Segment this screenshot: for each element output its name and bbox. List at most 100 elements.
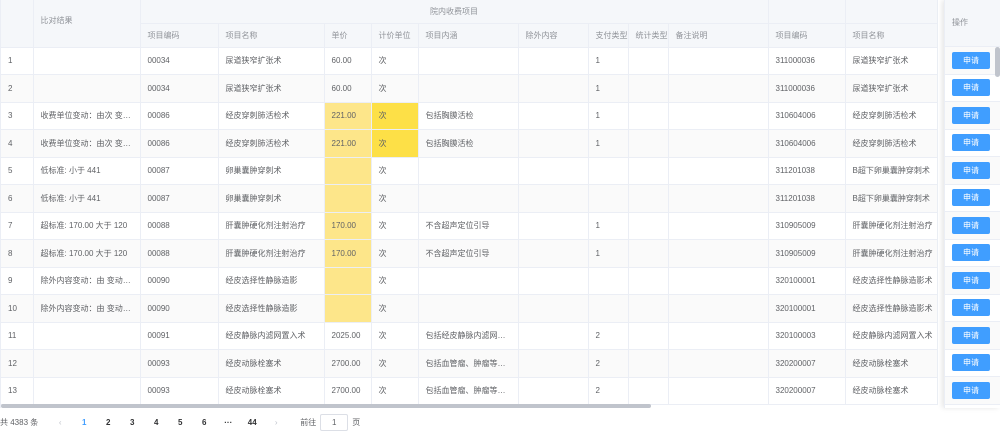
table-row[interactable]: 9 除外内容变动：由 变动… 00090 经皮选择性静脉造影 次 320100001 经皮选…: [1, 267, 938, 295]
table-row[interactable]: 2 00034 尿道狭窄扩张术 60.00 次 1 311000036 尿道狭窄扩张术: [1, 74, 938, 103]
payment-type: 1: [588, 239, 629, 268]
table-row[interactable]: 5 低标准: 小于 441 00087 卵巢囊肿穿刺术 次 311201038 B超下卵巢囊…: [1, 157, 938, 185]
item-content: 包括经皮静脉内滤网…: [418, 322, 519, 350]
std-item-name: 经皮选择性静脉造影术: [845, 267, 938, 295]
table-row[interactable]: 13 00093 经皮动脉栓塞术 2700.00 次包括血管瘤、肿瘤等… 2 3202000…: [1, 377, 938, 405]
operation-cell: 申请: [945, 75, 1000, 102]
stat-type: [628, 129, 669, 158]
goto-label: 前往: [300, 417, 317, 427]
excluded-content: [518, 294, 589, 323]
table-row[interactable]: 8 超标准: 170.00 大于 120 00088 肝囊肿硬化剂注射治疗 170.00…: [1, 239, 938, 268]
table-row[interactable]: 11 00091 经皮静脉内滤网置入术 2025.00 次包括经皮静脉内滤网… 2 3201…: [1, 322, 938, 350]
table-row[interactable]: 12 00093 经皮动脉栓塞术 2700.00 次包括血管瘤、肿瘤等… 2 3202000…: [1, 349, 938, 378]
payment-type: [588, 184, 629, 213]
stat-type: [628, 212, 669, 240]
apply-button[interactable]: 申请: [952, 354, 990, 372]
item-name: 经皮动脉栓塞术: [218, 349, 325, 378]
total-count: 共 4383 条: [0, 417, 39, 427]
row-index: 2: [1, 74, 34, 103]
std-item-name: B超下卵巢囊肿穿刺术: [845, 157, 938, 185]
item-name: 卵巢囊肿穿刺术: [218, 184, 325, 213]
compare-result: 低标准: 小于 441: [33, 157, 141, 185]
row-index: 1: [1, 47, 34, 75]
table-row[interactable]: 3 收费单位变动：由次 变… 00086 经皮穿刺肺活检术 221.00 次包括胸膜活检 1…: [1, 102, 938, 130]
prev-page-chevron-left-icon[interactable]: ‹: [48, 418, 72, 427]
page-number[interactable]: 3: [120, 418, 144, 427]
stat-type: [628, 74, 669, 103]
operation-cell: 申请: [945, 350, 1000, 377]
row-index: 12: [1, 349, 34, 378]
column-header: 统计类型: [628, 23, 669, 48]
item-code: 00034: [140, 74, 219, 103]
std-item-name: 经皮动脉栓塞术: [845, 377, 938, 405]
item-name: 经皮穿刺肺活检术: [218, 129, 325, 158]
stat-type: [628, 184, 669, 213]
more-pages-ellipsis-icon[interactable]: ···: [216, 418, 240, 427]
page-number[interactable]: 6: [192, 418, 216, 427]
item-content: 包括胸膜活检: [418, 129, 519, 158]
excluded-content: [518, 157, 589, 185]
remark: [668, 212, 769, 240]
pricing-unit: 次: [371, 267, 419, 295]
apply-button[interactable]: 申请: [952, 216, 990, 234]
column-header: 项目内涵: [418, 23, 519, 48]
apply-button[interactable]: 申请: [952, 51, 990, 69]
apply-button[interactable]: 申请: [952, 381, 990, 399]
apply-button[interactable]: 申请: [952, 106, 990, 124]
apply-button[interactable]: 申请: [952, 134, 990, 152]
unit-price: 221.00: [324, 129, 372, 158]
std-item-code: 310905009: [768, 239, 846, 268]
std-item-name: 尿道狭窄扩张术: [845, 47, 938, 75]
unit-price: 2700.00: [324, 377, 372, 405]
excluded-content: [518, 377, 589, 405]
item-content: [418, 184, 519, 213]
stat-type: [628, 47, 669, 75]
column-header: 单价: [324, 23, 372, 48]
table-row[interactable]: 1 00034 尿道狭窄扩张术 60.00 次 1 311000036 尿道狭窄扩张术: [1, 47, 938, 75]
payment-type: 2: [588, 377, 629, 405]
item-code: 00091: [140, 322, 219, 350]
apply-button[interactable]: 申请: [952, 326, 990, 344]
page-number[interactable]: 1: [72, 418, 96, 427]
horizontal-scrollbar[interactable]: [1, 404, 651, 408]
table-row[interactable]: 6 低标准: 小于 441 00087 卵巢囊肿穿刺术 次 311201038 B超下卵巢囊…: [1, 184, 938, 213]
apply-button[interactable]: 申请: [952, 161, 990, 179]
page-number[interactable]: 2: [96, 418, 120, 427]
item-code: 00088: [140, 212, 219, 240]
item-content: 包括血管瘤、肿瘤等…: [418, 349, 519, 378]
column-header: 计价单位: [371, 23, 419, 48]
vertical-scrollbar[interactable]: [995, 47, 1000, 77]
table-row[interactable]: 7 超标准: 170.00 大于 120 00088 肝囊肿硬化剂注射治疗 170.00…: [1, 212, 938, 240]
page-number[interactable]: 4: [144, 418, 168, 427]
apply-button[interactable]: 申请: [952, 79, 990, 97]
item-content: [418, 47, 519, 75]
page-number[interactable]: 5: [168, 418, 192, 427]
remark: [668, 74, 769, 103]
row-index: 5: [1, 157, 34, 185]
item-code: 00086: [140, 102, 219, 130]
unit-price: [324, 267, 372, 295]
remark: [668, 267, 769, 295]
stat-type: [628, 157, 669, 185]
std-item-name: 尿道狭窄扩张术: [845, 74, 938, 103]
unit-price: [324, 294, 372, 323]
table-row[interactable]: 10 除外内容变动：由 变动… 00090 经皮选择性静脉造影 次 320100001 经皮…: [1, 294, 938, 323]
remark: [668, 184, 769, 213]
goto-page-input[interactable]: [320, 413, 349, 431]
apply-button[interactable]: 申请: [952, 189, 990, 207]
apply-button[interactable]: 申请: [952, 299, 990, 317]
item-name: 经皮选择性静脉造影: [218, 267, 325, 295]
item-name: 经皮选择性静脉造影: [218, 294, 325, 323]
apply-button[interactable]: 申请: [952, 244, 990, 262]
page-number[interactable]: 44: [240, 418, 264, 427]
row-index: 4: [1, 129, 34, 158]
item-name: 尿道狭窄扩张术: [218, 47, 325, 75]
item-code: 00093: [140, 349, 219, 378]
empty-group-header-2: [845, 0, 938, 24]
excluded-content: [518, 267, 589, 295]
payment-type: [588, 294, 629, 323]
pricing-unit: 次: [371, 47, 419, 75]
apply-button[interactable]: 申请: [952, 271, 990, 289]
table-row[interactable]: 4 收费单位变动：由次 变… 00086 经皮穿刺肺活检术 221.00 次包括胸膜活检 1…: [1, 129, 938, 158]
next-page-chevron-right-icon[interactable]: ›: [264, 418, 288, 427]
